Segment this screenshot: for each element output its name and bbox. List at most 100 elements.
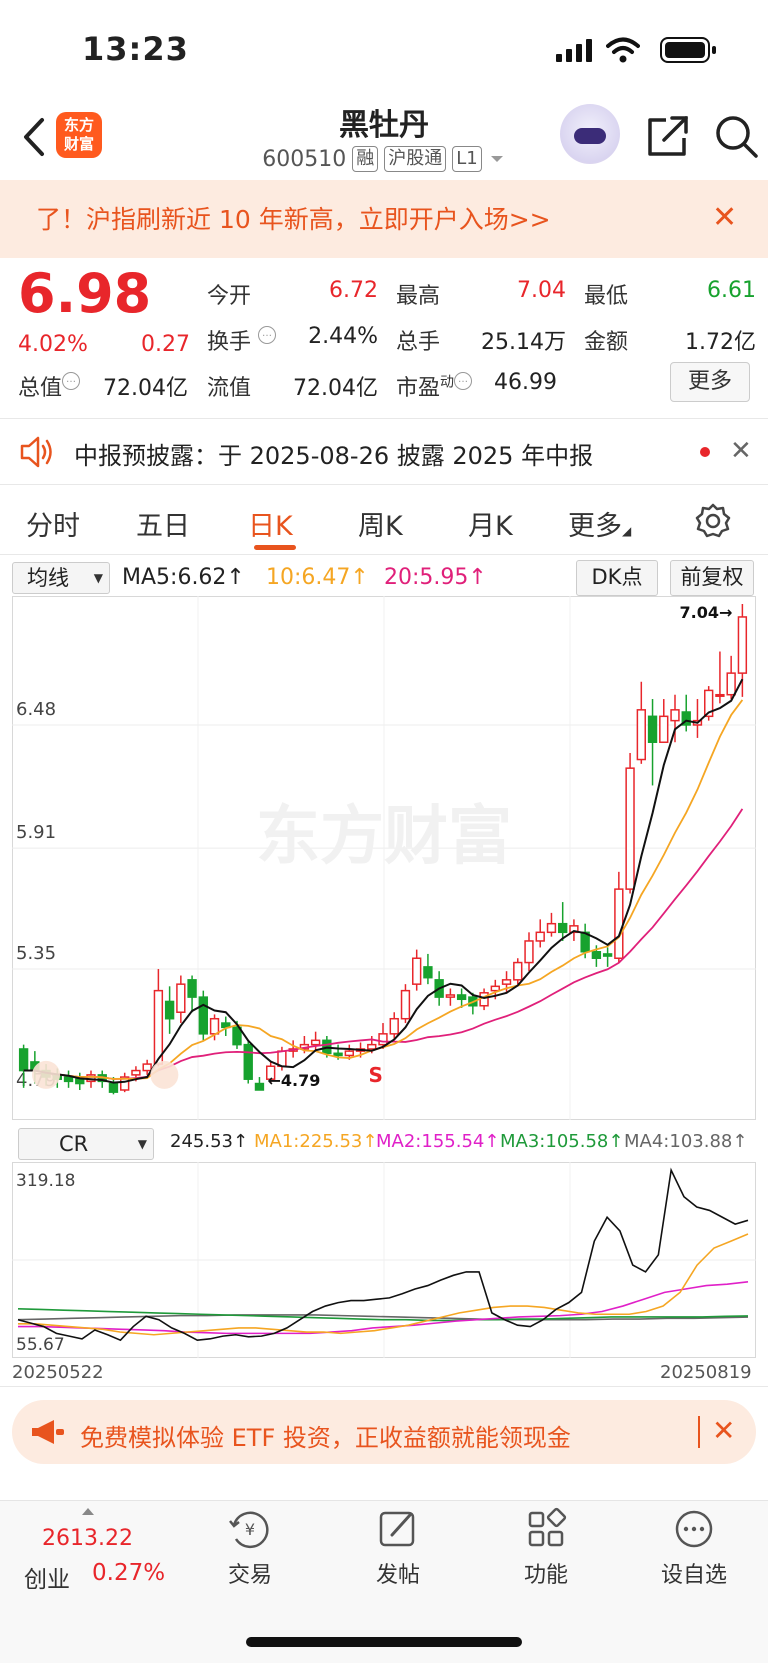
indicator-select[interactable]: 均线 ▼ [12, 562, 110, 594]
candle [63, 1070, 74, 1088]
candle-body [602, 953, 613, 957]
index-value[interactable]: 2613.22 [42, 1526, 133, 1551]
candle-body [479, 992, 489, 1007]
candle-body [63, 1076, 74, 1083]
candle-body [715, 693, 725, 697]
active-tab-indicator [254, 545, 296, 550]
candle-body [378, 1033, 388, 1046]
promo-separator [698, 1416, 700, 1448]
high-marker: 7.04→ [679, 603, 732, 622]
candle-body [164, 1000, 175, 1020]
adjust-button[interactable]: 前复权 [670, 560, 754, 596]
end-date: 20250819 [660, 1362, 752, 1383]
open-label: 今开 [207, 284, 252, 309]
sub-indicator-select[interactable]: CR ▼ [18, 1128, 154, 1160]
candle-body [412, 957, 422, 985]
settings-gear-icon[interactable] [694, 502, 732, 540]
candle-body [591, 951, 602, 959]
share-icon[interactable] [644, 112, 692, 160]
speaker-icon [20, 436, 52, 468]
candle [153, 969, 164, 1067]
index-name[interactable]: 创业 [24, 1560, 70, 1594]
candle-body [659, 715, 669, 743]
svg-text:¥: ¥ [245, 1520, 255, 1539]
nav-post[interactable]: 发帖 [338, 1505, 458, 1589]
open-value: 6.72 [329, 278, 378, 303]
candle [310, 1031, 321, 1052]
float-value: 72.04亿 [293, 376, 378, 401]
tab-monthly-k[interactable]: 月K [468, 504, 513, 543]
unread-dot [700, 447, 710, 457]
candle [614, 871, 624, 963]
assistant-eye-icon [574, 128, 606, 144]
home-indicator[interactable] [246, 1637, 522, 1647]
candle [445, 988, 456, 1006]
divider [0, 554, 768, 555]
candle-body [367, 1043, 377, 1050]
low-value: 6.61 [707, 278, 756, 303]
candle-body [209, 1017, 220, 1035]
notice-text[interactable]: 中报预披露：于 2025-08-26 披露 2025 年中报 [74, 436, 593, 471]
change-percent: 4.02% [18, 332, 88, 357]
divider [0, 484, 768, 485]
high-label: 最高 [396, 284, 441, 309]
info-icon[interactable]: … [258, 326, 277, 344]
banner-close-icon[interactable]: ✕ [712, 200, 737, 235]
tab-more[interactable]: 更多◢ [568, 504, 631, 543]
change-amount: 0.27 [141, 332, 190, 357]
candle-body [142, 1063, 152, 1072]
nav-trade[interactable]: ¥ 交易 [190, 1505, 310, 1589]
search-icon[interactable] [712, 112, 760, 160]
cr-ma1-value: MA1:225.53↑ [254, 1131, 378, 1152]
corner-arrow-icon: ◢ [622, 524, 632, 538]
cr-value: 245.53↑ [170, 1131, 249, 1152]
status-time: 13:23 [82, 30, 189, 68]
nav-add-watchlist[interactable]: 设自选 [634, 1505, 754, 1589]
candle-body [333, 1052, 343, 1057]
promo-close-icon[interactable]: ✕ [712, 1414, 735, 1447]
y-tick-label: 7.04 [16, 596, 56, 599]
float-label: 流值 [207, 376, 252, 401]
info-icon[interactable]: … [454, 372, 473, 390]
kline-chart[interactable]: 7.046.485.915.354.79东方财富7.04→←4.79S [12, 596, 756, 1120]
tab-daily-k[interactable]: 日K [248, 504, 293, 543]
candle-body [558, 922, 568, 934]
divider [0, 1386, 768, 1387]
tab-intraday[interactable]: 分时 [26, 504, 80, 543]
low-marker: ←4.79 [267, 1071, 320, 1090]
cr-line-ma2 [18, 1280, 749, 1335]
ma20-value: 20:5.95↑ [384, 565, 487, 590]
dk-point-button[interactable]: DK点 [576, 560, 658, 596]
caret-down-icon: ▼ [93, 571, 103, 585]
tab-weekly-k[interactable]: 周K [358, 504, 403, 543]
cr-chart[interactable]: 319.18 55.67 [12, 1162, 756, 1358]
nav-functions[interactable]: 功能 [486, 1505, 606, 1589]
more-quote-button[interactable]: 更多 [670, 362, 750, 402]
turnover-label: 换手 … [207, 324, 277, 356]
candle-body [670, 709, 680, 722]
candle-body [513, 961, 523, 981]
current-price: 6.98 [18, 262, 152, 325]
y-tick-label: 5.91 [16, 822, 56, 843]
notice-close-icon[interactable]: ✕ [730, 436, 752, 466]
candle-body [524, 940, 534, 964]
pe-value: 46.99 [494, 370, 557, 395]
low-label: 最低 [584, 284, 629, 309]
candle [412, 949, 422, 991]
banner-text[interactable]: 了！沪指刷新近 10 年新高，立即开户入场>> [36, 200, 551, 236]
y-tick-label: 6.48 [16, 699, 56, 720]
candle [692, 699, 703, 738]
candle-body [198, 996, 208, 1035]
candle [513, 958, 523, 985]
promo-text[interactable]: 免费模拟体验 ETF 投资，正收益额就能领现金 [80, 1418, 571, 1453]
buy-signal-marker [32, 1060, 61, 1089]
info-icon[interactable]: … [62, 372, 81, 390]
dropdown-icon [490, 156, 503, 162]
y-tick-label: 5.35 [16, 943, 56, 964]
pe-label: 市盈动… [396, 370, 473, 402]
tag-margin: 融 [352, 146, 379, 172]
tab-five-day[interactable]: 五日 [136, 504, 190, 543]
expand-up-icon[interactable] [80, 1506, 96, 1516]
index-percent[interactable]: 0.27% [92, 1560, 165, 1586]
candle-body [726, 672, 736, 696]
